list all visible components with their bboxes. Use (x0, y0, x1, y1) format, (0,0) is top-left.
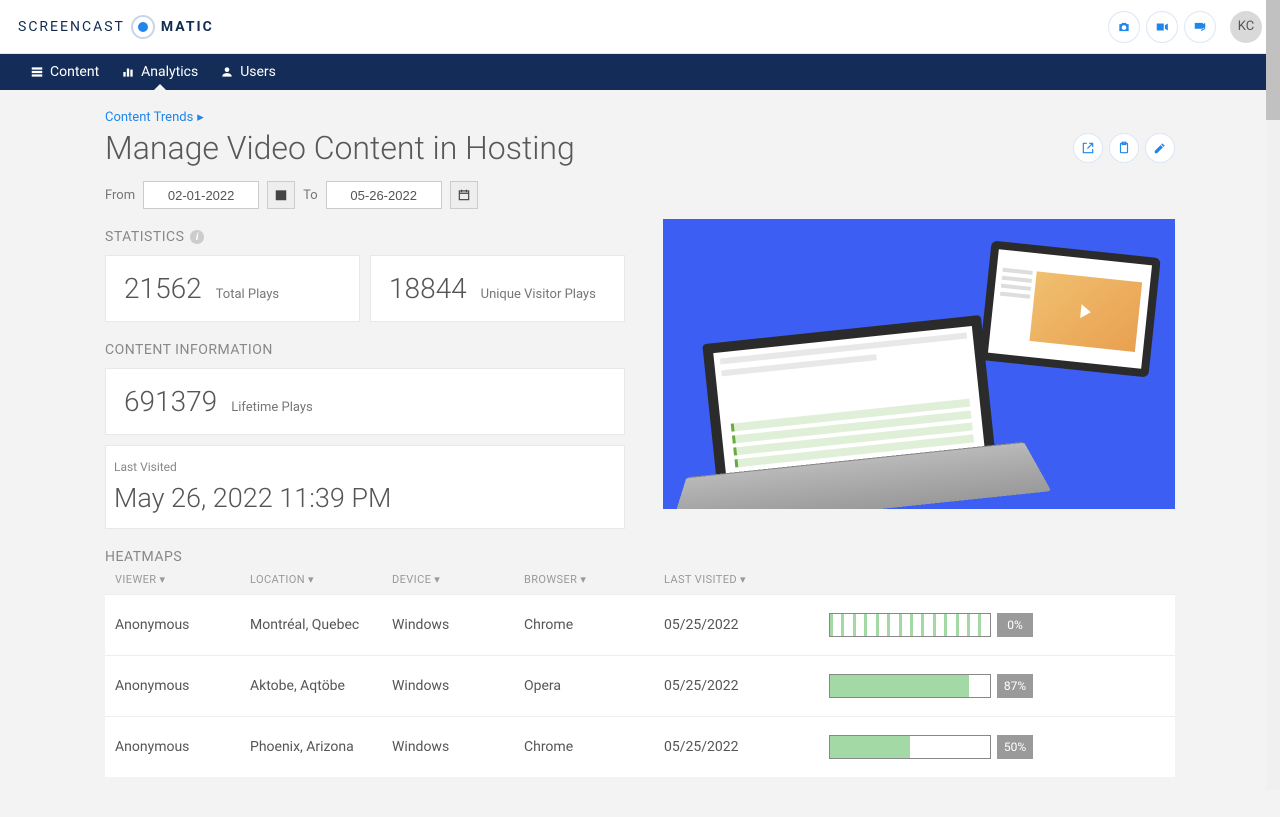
pencil-icon[interactable] (1145, 133, 1175, 163)
nav-users[interactable]: Users (220, 54, 276, 90)
heatmap-row[interactable]: AnonymousMontréal, QuebecWindowsChrome05… (105, 594, 1175, 655)
cell-location: Phoenix, Arizona (250, 739, 392, 755)
lifetime-plays-card: 691379 Lifetime Plays (105, 368, 625, 435)
cell-viewer: Anonymous (115, 617, 250, 633)
page-title: Manage Video Content in Hosting (105, 129, 575, 167)
cell-location: Montréal, Quebec (250, 617, 392, 633)
video-thumbnail[interactable] (663, 219, 1175, 509)
cell-last-visited: 05/25/2022 (664, 617, 829, 633)
total-plays-label: Total Plays (216, 287, 279, 302)
to-date-input[interactable] (326, 181, 442, 209)
heatmap-pct: 87% (997, 674, 1033, 698)
cell-last-visited: 05/25/2022 (664, 739, 829, 755)
cell-location: Aktobe, Aqtöbe (250, 678, 392, 694)
scrollbar-thumb[interactable] (1266, 0, 1280, 120)
brand-left: SCREENCAST (18, 19, 125, 35)
cell-viewer: Anonymous (115, 678, 250, 694)
heatmap-bar: 0% (829, 613, 1165, 637)
last-visited-card: Last Visited May 26, 2022 11:39 PM (105, 445, 625, 529)
video-icon[interactable] (1146, 11, 1178, 43)
from-date-input[interactable] (143, 181, 259, 209)
cell-device: Windows (392, 617, 524, 633)
date-range: From To (105, 181, 1175, 209)
topbar-actions: KC (1108, 11, 1262, 43)
total-plays-value: 21562 (124, 272, 202, 305)
cell-browser: Chrome (524, 739, 664, 755)
brand-right: MATIC (161, 19, 214, 35)
from-calendar-icon[interactable] (267, 181, 295, 209)
heatmap-pct: 50% (997, 735, 1033, 759)
nav-content[interactable]: Content (30, 54, 99, 90)
heatmaps-heading: HEATMAPS (105, 549, 1175, 565)
lifetime-plays-label: Lifetime Plays (231, 400, 313, 415)
nav-analytics[interactable]: Analytics (121, 54, 198, 90)
cell-browser: Chrome (524, 617, 664, 633)
page-actions (1073, 133, 1175, 163)
unique-plays-value: 18844 (389, 272, 467, 305)
col-location[interactable]: LOCATION▾ (250, 573, 392, 586)
clipboard-icon[interactable] (1109, 133, 1139, 163)
brand-logo[interactable]: SCREENCAST MATIC (18, 15, 214, 39)
breadcrumb-label: Content Trends (105, 110, 193, 125)
col-device[interactable]: DEVICE▾ (392, 573, 524, 586)
from-label: From (105, 188, 135, 203)
heatmap-pct: 0% (997, 613, 1033, 637)
cell-browser: Opera (524, 678, 664, 694)
col-last-visited[interactable]: LAST VISITED▾ (664, 573, 829, 586)
unique-plays-label: Unique Visitor Plays (481, 287, 596, 302)
to-label: To (303, 188, 318, 203)
last-visited-value: May 26, 2022 11:39 PM (114, 482, 616, 514)
nav-content-label: Content (50, 64, 99, 80)
sort-icon: ▾ (580, 573, 586, 586)
share-icon[interactable] (1073, 133, 1103, 163)
topbar: SCREENCAST MATIC KC (0, 0, 1280, 54)
cell-device: Windows (392, 739, 524, 755)
sort-icon: ▾ (308, 573, 314, 586)
col-viewer[interactable]: VIEWER▾ (115, 573, 250, 586)
unique-plays-card: 18844 Unique Visitor Plays (370, 255, 625, 322)
statistics-heading: STATISTICS i (105, 229, 625, 245)
breadcrumb[interactable]: Content Trends ▸ (105, 110, 1175, 125)
edit-video-icon[interactable] (1184, 11, 1216, 43)
heatmap-header: VIEWER▾ LOCATION▾ DEVICE▾ BROWSER▾ LAST … (105, 565, 1175, 594)
info-icon[interactable]: i (190, 230, 204, 244)
chevron-right-icon: ▸ (197, 110, 204, 125)
lifetime-plays-value: 691379 (124, 385, 217, 418)
last-visited-label: Last Visited (114, 460, 616, 474)
camera-icon[interactable] (1108, 11, 1140, 43)
brand-circle-icon (131, 15, 155, 39)
page-header: Manage Video Content in Hosting (105, 129, 1175, 167)
total-plays-card: 21562 Total Plays (105, 255, 360, 322)
content-info-heading: CONTENT INFORMATION (105, 342, 625, 358)
sort-icon: ▾ (434, 573, 440, 586)
heatmap-row[interactable]: AnonymousAktobe, AqtöbeWindowsOpera05/25… (105, 655, 1175, 716)
to-calendar-icon[interactable] (450, 181, 478, 209)
cell-viewer: Anonymous (115, 739, 250, 755)
heatmap-bar: 87% (829, 674, 1165, 698)
cell-last-visited: 05/25/2022 (664, 678, 829, 694)
page-content: Content Trends ▸ Manage Video Content in… (105, 90, 1175, 817)
nav-users-label: Users (240, 64, 276, 80)
scrollbar[interactable] (1266, 0, 1280, 790)
heatmap-row[interactable]: AnonymousPhoenix, ArizonaWindowsChrome05… (105, 716, 1175, 777)
nav-analytics-label: Analytics (141, 64, 198, 80)
sort-icon: ▾ (159, 573, 165, 586)
cell-device: Windows (392, 678, 524, 694)
col-browser[interactable]: BROWSER▾ (524, 573, 664, 586)
sort-icon: ▾ (740, 573, 746, 586)
heatmap-bar: 50% (829, 735, 1165, 759)
navbar: Content Analytics Users (0, 54, 1280, 90)
user-avatar[interactable]: KC (1230, 11, 1262, 43)
